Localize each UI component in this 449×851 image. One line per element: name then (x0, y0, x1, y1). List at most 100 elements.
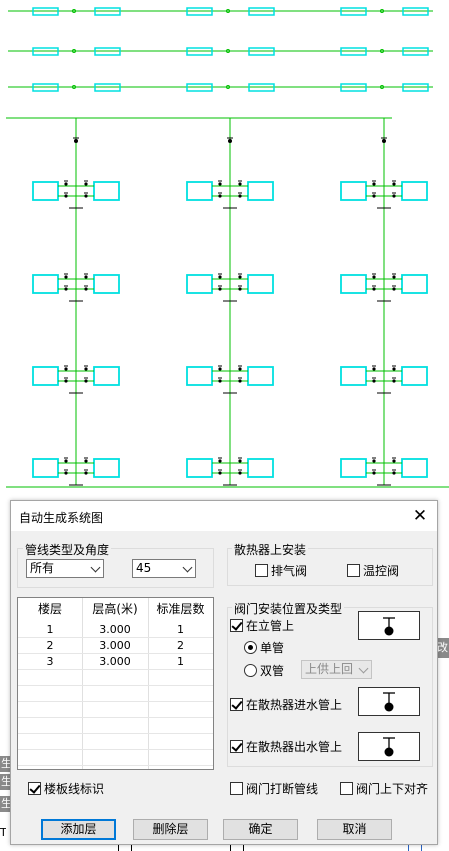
add-floor-button[interactable]: 添加层 (41, 819, 116, 840)
column-header-std-count[interactable]: 标准层数 (148, 598, 213, 620)
side-tab-label: 生 (1, 757, 10, 770)
cancel-button[interactable]: 取消 (317, 819, 392, 840)
valve-mark (84, 367, 88, 371)
radiator-outlet-label: 在散热器出水管上 (246, 740, 343, 754)
pipe-type-value: 所有 (30, 561, 55, 575)
valve-mark (228, 139, 232, 143)
single-pipe-label: 单管 (260, 641, 285, 655)
radiator-symbol (32, 181, 59, 201)
valve-mark (392, 459, 396, 463)
valve-mark (392, 471, 396, 475)
valve-mark (392, 379, 396, 383)
valve-mark (74, 139, 78, 143)
supply-return-value: 上供上回 (305, 662, 354, 676)
column-header-height[interactable]: 层高(米) (82, 598, 148, 620)
align-valves-checkbox[interactable]: 阀门上下对齐 (340, 782, 428, 796)
valve-symbol-icon (383, 617, 395, 636)
radiator-symbol (247, 274, 274, 294)
valve-mark (218, 367, 222, 371)
checkbox-checked-icon (230, 740, 243, 753)
supply-return-select[interactable]: 上供上回 (301, 660, 372, 679)
cad-drawing-canvas (6, 7, 449, 488)
double-pipe-radio[interactable]: 双管 (244, 664, 284, 678)
radiator-symbol (340, 274, 367, 294)
radiator-symbol (340, 366, 367, 386)
radiator-symbol (93, 366, 120, 386)
radiator-symbol (340, 181, 367, 201)
double-pipe-label: 双管 (260, 664, 285, 678)
chevron-down-icon (90, 562, 101, 573)
side-tab-1[interactable]: 生 (0, 756, 10, 772)
ok-button[interactable]: 确定 (223, 819, 298, 840)
checkbox-icon (340, 782, 353, 795)
pipe-type-select[interactable]: 所有 (26, 559, 104, 578)
valve-mark (218, 275, 222, 279)
angle-select[interactable]: 45 (132, 559, 196, 578)
table-row-divider (18, 701, 213, 702)
radiator-inlet-label: 在散热器进水管上 (246, 698, 343, 712)
radio-icon (244, 664, 257, 677)
valve-mark (84, 182, 88, 186)
valve-mark (218, 459, 222, 463)
valve-mark (392, 287, 396, 291)
outlet-valve-preview (358, 732, 420, 761)
valve-group-title: 阀门安装位置及类型 (232, 600, 345, 617)
exhaust-valve-checkbox[interactable]: 排气阀 (255, 564, 307, 578)
valve-mark (372, 367, 376, 371)
checkbox-checked-icon (28, 782, 41, 795)
radiator-symbol (32, 274, 59, 294)
table-row-divider (18, 733, 213, 734)
table-cell: 1 (46, 623, 54, 636)
on-riser-checkbox[interactable]: 在立管上 (230, 619, 294, 633)
radiator-symbol (93, 274, 120, 294)
valve-mark (238, 367, 242, 371)
side-tab-right-label: 改 (437, 641, 448, 654)
valve-mark (218, 287, 222, 291)
valve-mark (392, 194, 396, 198)
single-pipe-radio[interactable]: 单管 (244, 641, 284, 655)
valve-mark (218, 182, 222, 186)
table-row-divider (18, 717, 213, 718)
radiator-symbol (247, 366, 274, 386)
table-row-divider (18, 685, 213, 686)
valve-mark (218, 194, 222, 198)
side-tab-3[interactable]: 生 (0, 796, 10, 812)
delete-floor-button[interactable]: 删除层 (133, 819, 208, 840)
valve-mark (238, 379, 242, 383)
radiator-symbol (186, 366, 213, 386)
temp-valve-label: 温控阀 (363, 564, 400, 578)
valve-mark (64, 367, 68, 371)
valve-mark (372, 182, 376, 186)
dialog-titlebar[interactable]: 自动生成系统图 ✕ (11, 501, 437, 531)
table-cell: 2 (177, 639, 184, 652)
angle-value: 45 (136, 561, 152, 575)
radiator-inlet-checkbox[interactable]: 在散热器进水管上 (230, 698, 342, 712)
valve-mark (84, 287, 88, 291)
radio-selected-icon (244, 641, 257, 654)
valve-mark (372, 379, 376, 383)
radiator-outlet-checkbox[interactable]: 在散热器出水管上 (230, 740, 342, 754)
table-cell: 3 (46, 655, 54, 668)
break-pipe-checkbox[interactable]: 阀门打断管线 (230, 782, 318, 796)
valve-mark (372, 287, 376, 291)
valve-mark (238, 194, 242, 198)
valve-mark (218, 471, 222, 475)
valve-mark (392, 182, 396, 186)
side-tab-right[interactable]: 改 (437, 638, 449, 658)
radiator-symbol (401, 366, 428, 386)
valve-mark (64, 379, 68, 383)
checkbox-checked-icon (230, 619, 243, 632)
valve-mark (84, 471, 88, 475)
floor-table[interactable]: 楼层 层高(米) 标准层数 1 3.000 1 2 3.000 2 3 3.000 1 (17, 597, 214, 770)
dialog-title: 自动生成系统图 (19, 511, 104, 525)
radiator-symbol (93, 181, 120, 201)
valve-mark (372, 275, 376, 279)
temp-valve-checkbox[interactable]: 温控阀 (347, 564, 399, 578)
valve-mark (382, 139, 386, 143)
side-tab-2[interactable]: 生 (0, 774, 10, 790)
valve-mark (84, 275, 88, 279)
floor-line-checkbox[interactable]: 楼板线标识 (28, 782, 104, 796)
column-header-floor[interactable]: 楼层 (18, 598, 82, 620)
close-icon[interactable]: ✕ (409, 505, 431, 527)
radiator-symbol (340, 458, 367, 478)
